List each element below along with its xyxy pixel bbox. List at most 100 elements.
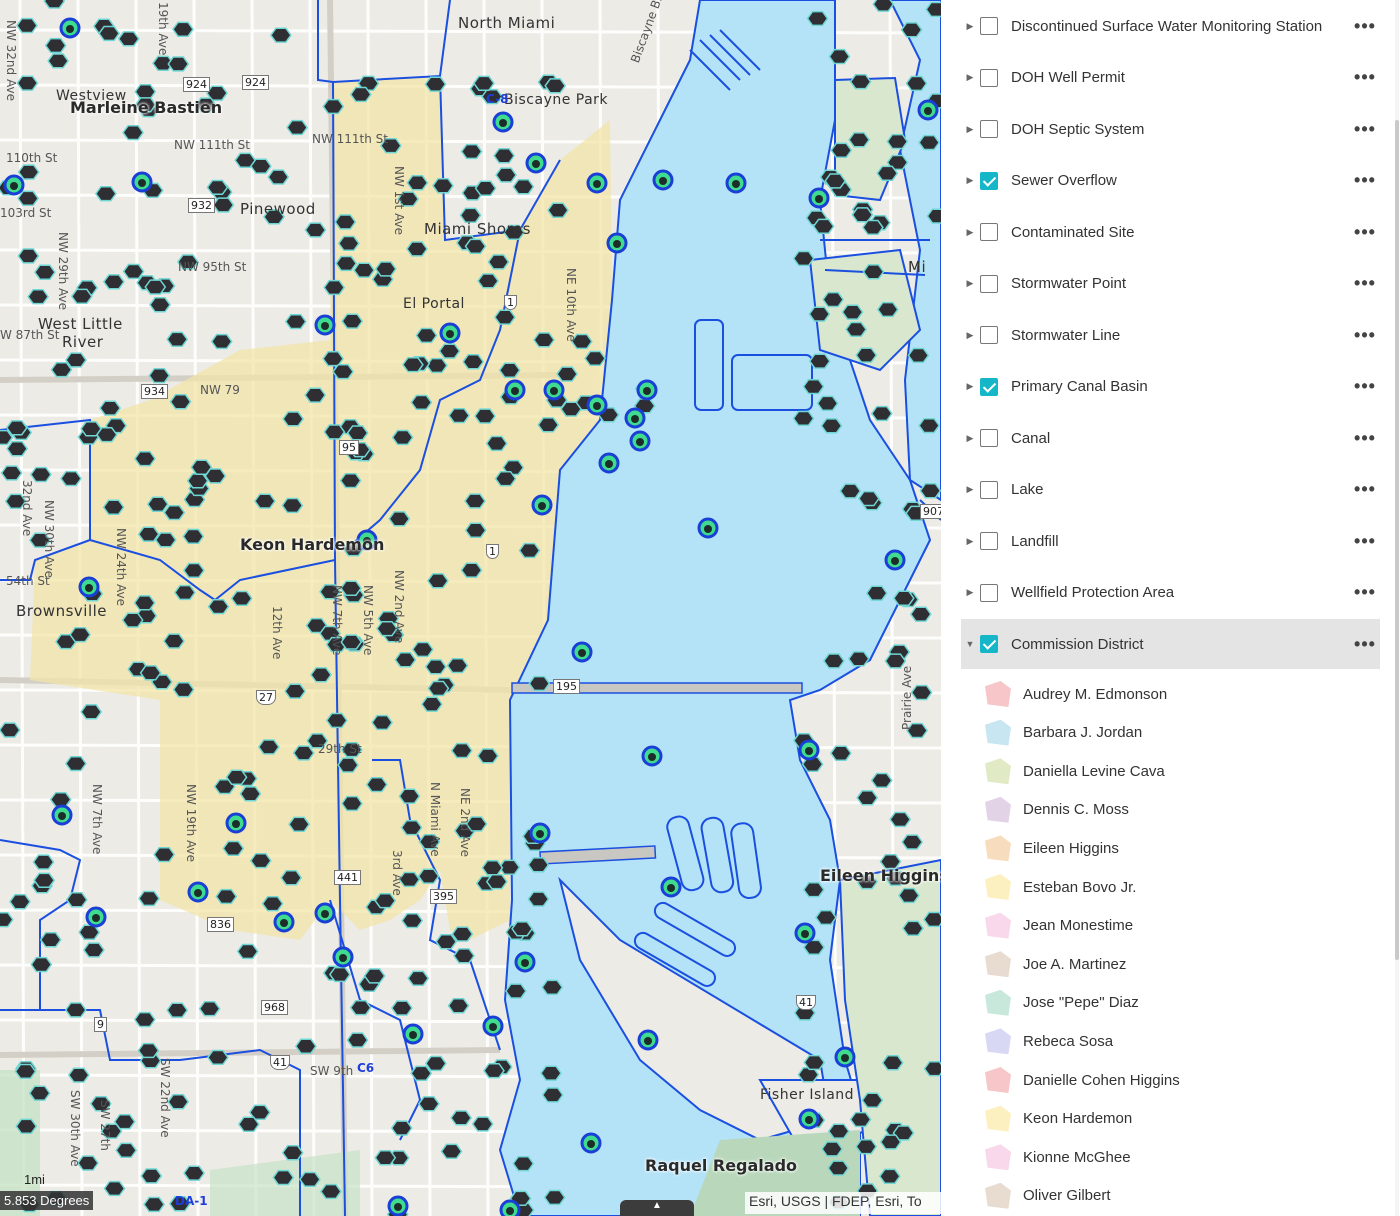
sewer-overflow-marker[interactable] xyxy=(881,1055,904,1071)
sewer-overflow-marker[interactable] xyxy=(533,332,555,348)
sewer-overflow-marker[interactable] xyxy=(493,148,516,164)
sewer-overflow-marker[interactable] xyxy=(432,178,454,194)
sewer-overflow-marker[interactable] xyxy=(253,493,276,509)
sewer-overflow-marker[interactable] xyxy=(341,313,364,329)
caret-right-icon[interactable]: ▶ xyxy=(961,536,979,547)
sewer-overflow-marker[interactable] xyxy=(471,1116,494,1132)
layer-row[interactable]: ▶ DOH Septic System ••• xyxy=(961,104,1380,154)
caret-right-icon[interactable]: ▶ xyxy=(961,124,979,135)
more-options-icon[interactable]: ••• xyxy=(1350,273,1380,294)
sewer-overflow-marker[interactable] xyxy=(134,450,156,467)
caret-right-icon[interactable]: ▶ xyxy=(961,72,979,83)
sewer-overflow-marker[interactable] xyxy=(133,595,156,611)
sewer-overflow-marker[interactable] xyxy=(222,840,245,857)
layer-visibility-checkbox[interactable] xyxy=(980,377,998,396)
sewer-overflow-marker[interactable] xyxy=(417,868,440,884)
more-options-icon[interactable]: ••• xyxy=(1350,428,1380,449)
sewer-overflow-marker[interactable] xyxy=(474,408,496,424)
caret-down-icon[interactable]: ▼ xyxy=(961,639,979,649)
sewer-overflow-marker[interactable] xyxy=(808,306,831,322)
more-options-icon[interactable]: ••• xyxy=(1350,222,1380,243)
sewer-overflow-marker[interactable] xyxy=(820,418,843,434)
sewer-overflow-marker[interactable] xyxy=(861,1092,884,1108)
sewer-overflow-marker[interactable] xyxy=(410,1065,433,1081)
sewer-overflow-marker[interactable] xyxy=(415,327,438,344)
sewer-overflow-marker[interactable] xyxy=(427,680,450,697)
sewer-overflow-marker[interactable] xyxy=(390,1000,413,1016)
sewer-overflow-marker[interactable] xyxy=(512,179,535,195)
layer-visibility-checkbox[interactable] xyxy=(980,120,998,138)
sewer-overflow-marker[interactable] xyxy=(172,21,194,37)
sewer-overflow-marker[interactable] xyxy=(349,86,372,103)
sewer-overflow-marker[interactable] xyxy=(839,483,862,499)
sewer-overflow-marker[interactable] xyxy=(0,465,23,481)
sewer-overflow-marker[interactable] xyxy=(323,424,346,440)
sewer-overflow-marker[interactable] xyxy=(424,76,447,92)
sewer-overflow-marker[interactable] xyxy=(374,893,397,909)
sewer-overflow-marker[interactable] xyxy=(337,235,360,252)
sewer-overflow-marker[interactable] xyxy=(541,979,564,996)
sewer-overflow-marker[interactable] xyxy=(371,714,394,731)
sewer-overflow-marker[interactable] xyxy=(280,870,303,886)
sewer-overflow-marker[interactable] xyxy=(239,786,262,802)
sewer-overflow-marker[interactable] xyxy=(560,401,583,417)
sewer-overflow-marker[interactable] xyxy=(518,542,541,559)
sewer-overflow-marker[interactable] xyxy=(236,943,259,960)
sewer-overflow-marker[interactable] xyxy=(872,0,895,12)
sewer-overflow-marker[interactable] xyxy=(886,133,909,150)
sewer-overflow-marker[interactable] xyxy=(806,10,829,27)
sewer-overflow-marker[interactable] xyxy=(910,684,933,701)
sewer-overflow-marker[interactable] xyxy=(450,742,473,759)
sewer-overflow-marker[interactable] xyxy=(319,1183,342,1200)
sewer-overflow-marker[interactable] xyxy=(154,532,177,548)
sewer-overflow-marker[interactable] xyxy=(353,262,376,278)
sewer-overflow-marker[interactable] xyxy=(117,31,140,47)
sewer-overflow-marker[interactable] xyxy=(556,366,579,382)
caret-right-icon[interactable]: ▶ xyxy=(961,484,979,495)
layer-visibility-checkbox[interactable] xyxy=(980,17,998,35)
caret-right-icon[interactable]: ▶ xyxy=(961,330,979,341)
sewer-overflow-marker[interactable] xyxy=(225,769,248,785)
sewer-overflow-marker[interactable] xyxy=(140,1168,163,1184)
sewer-overflow-marker[interactable] xyxy=(198,1001,221,1017)
sewer-overflow-marker[interactable] xyxy=(322,98,345,115)
sewer-overflow-marker[interactable] xyxy=(70,288,93,305)
sewer-overflow-marker[interactable] xyxy=(67,1067,90,1083)
sewer-overflow-marker[interactable] xyxy=(281,497,304,514)
more-options-icon[interactable]: ••• xyxy=(1350,634,1380,655)
layer-visibility-checkbox[interactable] xyxy=(980,68,998,87)
sewer-overflow-marker[interactable] xyxy=(144,279,167,295)
sewer-overflow-marker[interactable] xyxy=(183,1165,206,1181)
sewer-overflow-marker[interactable] xyxy=(870,772,893,789)
more-options-icon[interactable]: ••• xyxy=(1350,119,1380,140)
sewer-overflow-marker[interactable] xyxy=(249,158,272,174)
sewer-overflow-marker[interactable] xyxy=(905,75,928,92)
sewer-overflow-marker[interactable] xyxy=(495,167,518,183)
sewer-overflow-marker[interactable] xyxy=(512,1155,535,1172)
layer-visibility-checkbox[interactable] xyxy=(980,532,998,550)
sewer-overflow-marker[interactable] xyxy=(286,119,309,136)
layer-row[interactable]: ▶ Canal ••• xyxy=(961,413,1380,463)
sewer-overflow-marker[interactable] xyxy=(284,313,307,330)
sewer-overflow-marker[interactable] xyxy=(15,1118,38,1134)
sewer-overflow-marker[interactable] xyxy=(892,590,915,606)
sewer-overflow-marker[interactable] xyxy=(149,297,171,313)
sewer-overflow-marker[interactable] xyxy=(460,143,483,160)
caret-right-icon[interactable]: ▶ xyxy=(961,21,979,32)
sewer-overflow-marker[interactable] xyxy=(341,795,363,812)
sewer-overflow-marker[interactable] xyxy=(5,420,28,436)
sewer-overflow-marker[interactable] xyxy=(438,343,461,359)
caret-right-icon[interactable]: ▶ xyxy=(961,278,979,289)
sewer-overflow-marker[interactable] xyxy=(163,504,186,521)
sewer-overflow-marker[interactable] xyxy=(304,222,327,238)
sewer-overflow-marker[interactable] xyxy=(335,255,358,272)
sewer-overflow-marker[interactable] xyxy=(122,124,145,141)
sewer-overflow-marker[interactable] xyxy=(493,309,516,325)
sewer-overflow-marker[interactable] xyxy=(349,1000,372,1016)
sewer-overflow-marker[interactable] xyxy=(440,1143,463,1160)
sewer-overflow-marker[interactable] xyxy=(39,932,62,948)
sewer-overflow-marker[interactable] xyxy=(337,757,359,773)
sewer-overflow-marker[interactable] xyxy=(206,1049,229,1066)
sewer-overflow-marker[interactable] xyxy=(14,1063,37,1080)
sewer-overflow-marker[interactable] xyxy=(424,1055,447,1072)
